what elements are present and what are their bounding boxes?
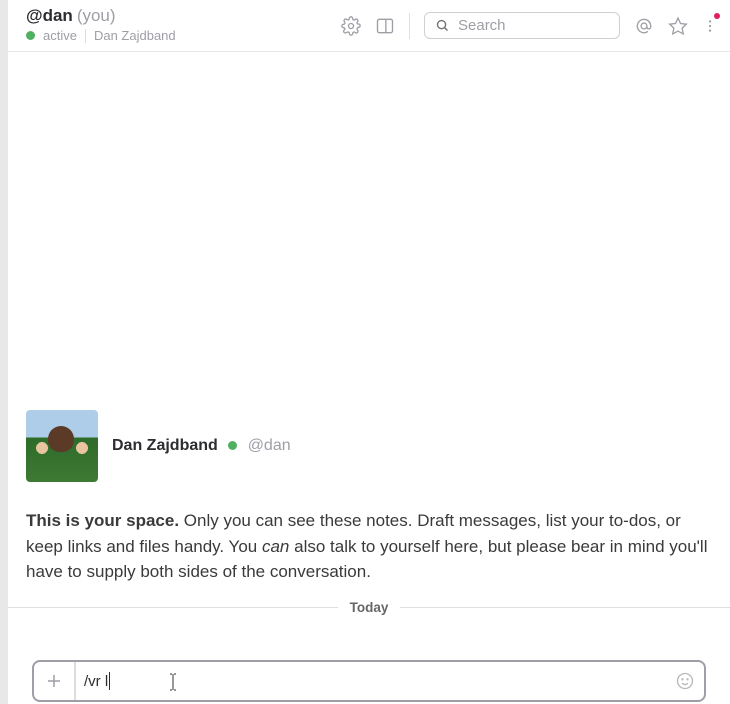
presence-dot-icon [228, 441, 237, 450]
channel-handle: @dan [26, 6, 73, 26]
gear-icon[interactable] [341, 16, 361, 36]
date-divider: Today [8, 600, 730, 615]
notification-badge-icon [714, 13, 720, 19]
presence-dot-icon [26, 31, 35, 40]
attach-button[interactable] [34, 662, 76, 700]
channel-you-suffix: (you) [77, 6, 116, 26]
emoji-button[interactable] [666, 662, 704, 700]
channel-status-line: active Dan Zajdband [26, 28, 341, 43]
search-placeholder: Search [458, 17, 506, 34]
date-divider-label: Today [338, 600, 401, 615]
space-text-italic: can [262, 537, 289, 556]
mentions-icon[interactable] [634, 16, 654, 36]
text-caret-icon [109, 672, 110, 690]
profile-name: Dan Zajdband [112, 437, 218, 454]
avatar [26, 410, 98, 482]
channel-header: @dan (you) active Dan Zajdband Search [8, 0, 730, 52]
left-edge-strip [0, 0, 8, 704]
app-frame: @dan (you) active Dan Zajdband Search [8, 0, 730, 704]
channel-title: @dan (you) [26, 6, 341, 26]
message-area: Dan Zajdband @dan This is your space. On… [8, 52, 730, 704]
header-left: @dan (you) active Dan Zajdband [26, 6, 341, 43]
self-profile-block: Dan Zajdband @dan [26, 410, 291, 482]
panel-toggle-icon[interactable] [375, 16, 395, 36]
header-full-name: Dan Zajdband [94, 28, 176, 43]
self-space-description: This is your space. Only you can see the… [26, 508, 712, 585]
search-input[interactable]: Search [424, 12, 620, 39]
message-input[interactable]: /vr l [76, 662, 666, 700]
message-composer: /vr l [32, 660, 706, 702]
vertical-divider [409, 13, 410, 39]
search-icon [435, 18, 450, 33]
vertical-divider [85, 29, 86, 43]
presence-status: active [43, 28, 77, 43]
text-cursor-icon [168, 672, 178, 692]
header-right: Search [341, 6, 718, 39]
space-text-bold: This is your space. [26, 511, 179, 530]
more-menu-icon[interactable] [702, 16, 718, 36]
profile-handle: @dan [248, 437, 291, 454]
message-input-value: /vr l [84, 673, 108, 690]
star-icon[interactable] [668, 16, 688, 36]
